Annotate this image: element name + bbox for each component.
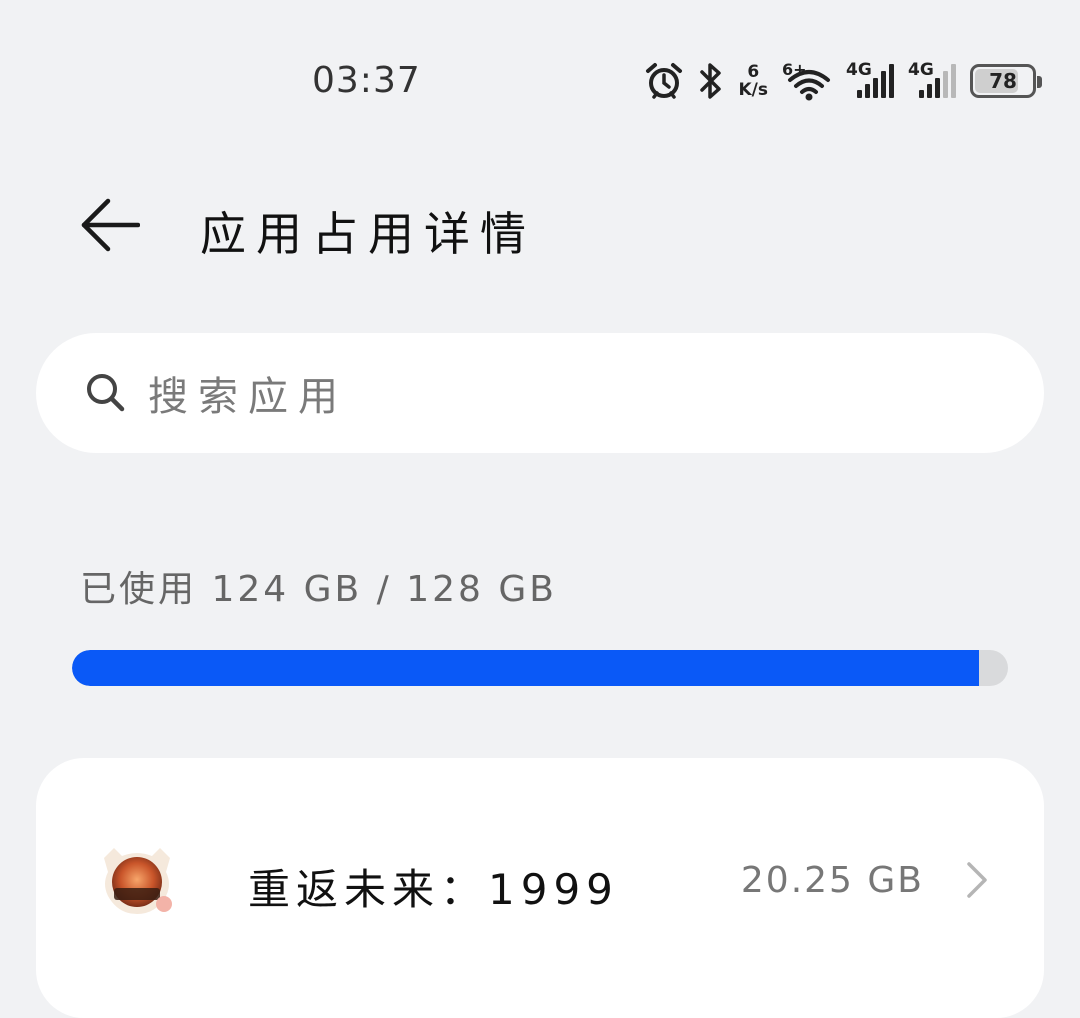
storage-progress-fill <box>72 650 979 686</box>
app-size: 20.25 GB <box>740 860 924 901</box>
back-button[interactable] <box>70 190 146 260</box>
status-time: 03:37 <box>312 60 421 101</box>
storage-usage-label: 已使用 124 GB / 128 GB <box>80 569 557 610</box>
storage-progress-bar <box>72 650 1008 686</box>
battery-icon: 78 <box>970 64 1042 98</box>
app-name: 重返未来：1999 <box>248 865 619 914</box>
signal-icon-sim2: 4G <box>908 60 956 102</box>
battery-level: 78 <box>989 69 1017 93</box>
alarm-icon <box>644 61 684 101</box>
bluetooth-icon <box>698 61 724 101</box>
status-bar: 03:37 6 K/s 6+ 4G 4G 78 <box>0 0 1080 160</box>
app-bar: 应用占用详情 <box>0 170 1080 280</box>
back-arrow-icon <box>81 198 140 252</box>
search-icon <box>76 363 136 423</box>
signal-icon-sim1: 4G <box>846 60 894 102</box>
search-field[interactable]: 搜索应用 <box>36 333 1044 453</box>
network-speed-value: 6 <box>747 62 760 82</box>
wifi-icon: 6+ <box>782 60 832 102</box>
network-speed: 6 K/s <box>738 63 768 99</box>
list-item[interactable]: 重返未来：1999 20.25 GB <box>36 818 1044 938</box>
chevron-right-icon <box>962 860 992 900</box>
network-speed-unit: K/s <box>738 80 768 100</box>
page-title: 应用占用详情 <box>200 207 536 261</box>
app-list-card: 重返未来：1999 20.25 GB <box>36 758 1044 1018</box>
app-icon-reverse-1999 <box>98 844 176 918</box>
status-icons: 6 K/s 6+ 4G 4G 78 <box>644 58 1042 104</box>
search-placeholder: 搜索应用 <box>148 374 348 420</box>
